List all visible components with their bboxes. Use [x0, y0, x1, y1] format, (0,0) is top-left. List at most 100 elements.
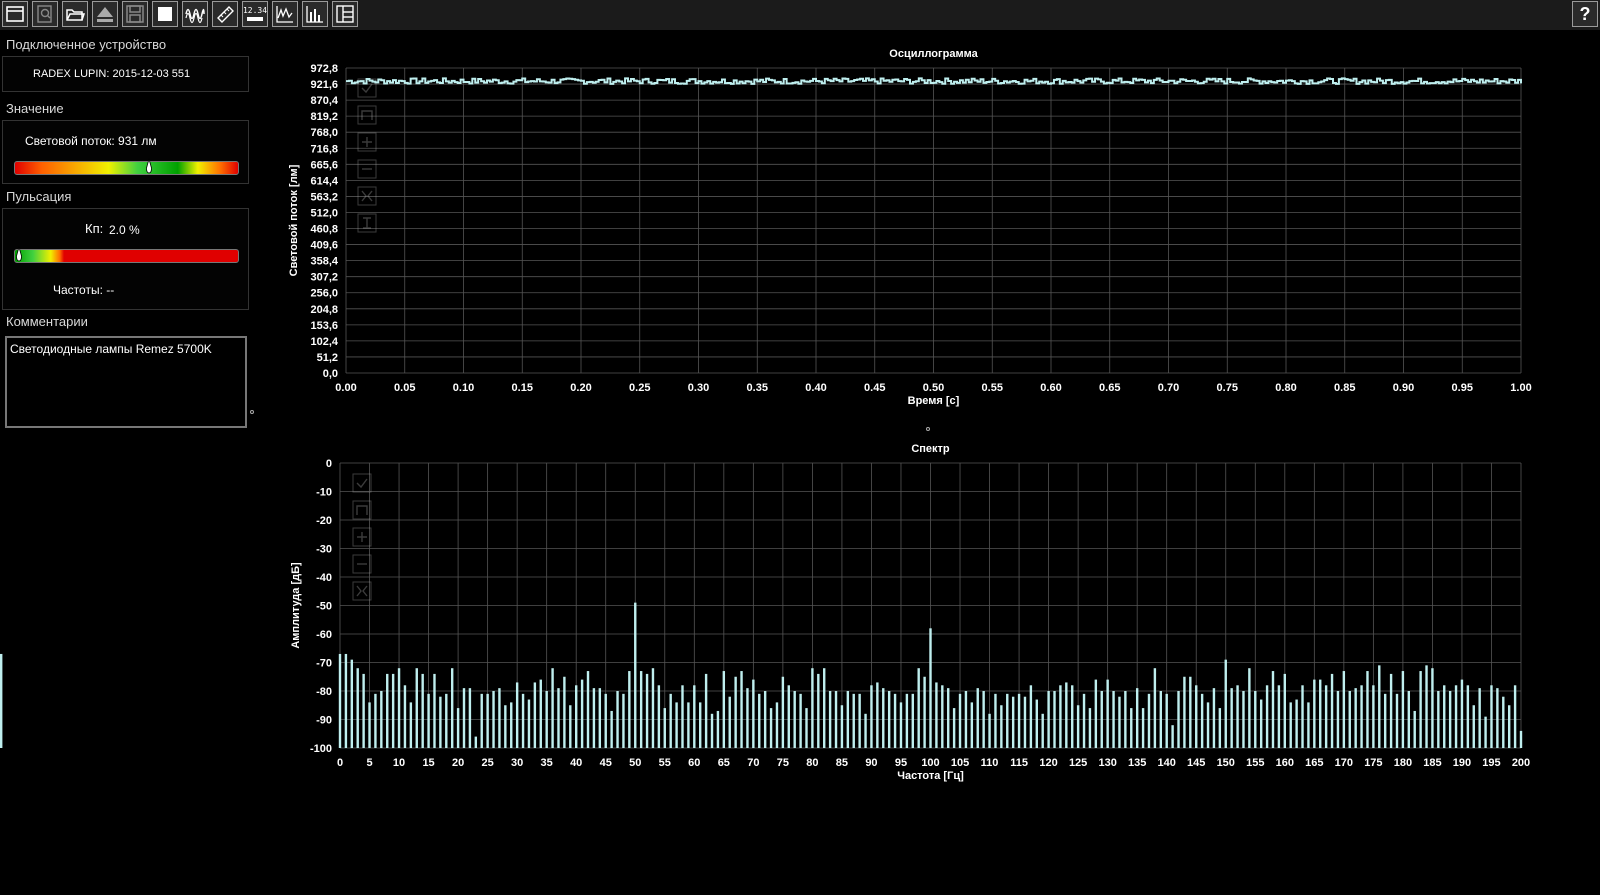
spectrum-bar — [882, 688, 885, 748]
spectrum-bar — [1330, 673, 1334, 748]
spectrum-bar — [374, 693, 377, 748]
spectrum-fit-tool-icon[interactable] — [352, 581, 372, 601]
spectrum-bar — [988, 713, 991, 748]
spectrum-bar — [1472, 705, 1475, 748]
spectrum-chart[interactable]: Спектр 0 -10 -20 -30 -40 -50 -60 -70 -80 -90 -100 0 5… — [0, 0, 1600, 895]
spectrum-bar — [563, 676, 566, 748]
spectrum-bar — [1289, 702, 1292, 748]
spectrum-bar — [510, 702, 513, 748]
spectrum-bar — [533, 682, 537, 748]
spectrum-bar — [356, 668, 359, 748]
spectrum-bar — [362, 673, 365, 748]
spectrum-bar — [386, 673, 389, 748]
x-tick-label: 105 — [951, 757, 969, 769]
x-tick-label: 20 — [452, 757, 464, 769]
x-tick-label: 30 — [511, 757, 523, 769]
spectrum-zoom-out-tool-icon[interactable] — [352, 554, 372, 574]
spectrum-bar — [994, 693, 997, 748]
spectrum-bar — [663, 708, 666, 748]
spectrum-bar — [468, 688, 472, 748]
spectrum-bar — [947, 688, 950, 748]
spectrum-bar — [1354, 688, 1357, 748]
y-tick-label: -40 — [316, 572, 332, 584]
spectrum-bar — [728, 696, 731, 748]
x-tick-label: 140 — [1158, 757, 1176, 769]
x-tick-label: 145 — [1187, 757, 1205, 769]
spectrum-bar — [734, 676, 737, 748]
x-tick-label: 155 — [1246, 757, 1264, 769]
spectrum-bar — [557, 688, 560, 748]
spectrum-bar — [1366, 671, 1369, 748]
spectrum-bar — [622, 693, 625, 748]
spectrum-bar — [846, 691, 850, 748]
spectrum-bar — [970, 702, 974, 748]
x-tick-label: 200 — [1512, 757, 1530, 769]
spectrum-bar — [852, 693, 855, 748]
spectrum-bar — [651, 668, 655, 748]
spectrum-bar — [492, 691, 495, 748]
spectrum-bar — [840, 705, 844, 748]
spectrum-bar — [1000, 705, 1003, 748]
spectrum-bar — [628, 671, 631, 748]
x-tick-label: 70 — [747, 757, 759, 769]
x-tick-label: 195 — [1482, 757, 1500, 769]
spectrum-bar — [1502, 696, 1505, 748]
x-tick-label: 125 — [1069, 757, 1087, 769]
spectrum-bar — [1230, 688, 1233, 748]
spectrum-zoom-in-tool-icon[interactable] — [352, 527, 372, 547]
spectrum-bar — [958, 693, 962, 748]
x-tick-label: 65 — [718, 757, 730, 769]
x-tick-label: 95 — [895, 757, 907, 769]
x-tick-label: 110 — [981, 757, 999, 769]
spectrum-bar — [474, 736, 478, 748]
spectrum-bar — [1507, 705, 1511, 748]
spectrum-bar — [657, 685, 661, 748]
spectrum-bar — [1106, 679, 1109, 748]
y-tick-label: -30 — [316, 544, 332, 556]
spectrum-bar — [391, 673, 395, 748]
y-tick-label: -70 — [316, 658, 332, 670]
spectrum-bar — [710, 713, 714, 748]
spectrum-bar — [811, 668, 814, 748]
spectrum-bar — [486, 693, 489, 748]
spectrum-bar — [575, 685, 578, 748]
spectrum-bar — [763, 691, 767, 748]
spectrum-bar — [758, 693, 761, 748]
spectrum-bar — [498, 688, 501, 748]
spectrum-bar — [521, 693, 525, 748]
spectrum-bar — [0, 653, 3, 748]
spectrum-bar — [817, 673, 820, 748]
y-tick-label: -50 — [316, 601, 332, 613]
x-tick-label: 175 — [1364, 757, 1382, 769]
spectrum-window-tool-icon[interactable] — [352, 500, 372, 520]
spectrum-bar — [616, 691, 619, 748]
x-tick-label: 85 — [836, 757, 848, 769]
spectrum-bar — [1088, 708, 1092, 748]
spectrum-bar — [439, 696, 442, 748]
spectrum-bar — [1141, 708, 1145, 748]
spectrum-bar — [1259, 699, 1263, 748]
spectrum-bar — [586, 671, 590, 748]
x-tick-label: 90 — [865, 757, 877, 769]
spectrum-bar — [1100, 691, 1103, 748]
spectrum-bar — [1324, 685, 1328, 748]
spectrum-bar — [952, 708, 956, 748]
spectrum-bar — [1059, 685, 1062, 748]
spectrum-select-tool-icon[interactable] — [352, 473, 372, 493]
spectrum-bar — [368, 702, 371, 748]
x-tick-label: 25 — [482, 757, 494, 769]
y-tick-label: -80 — [316, 686, 332, 698]
spectrum-bar — [1484, 716, 1487, 748]
y-tick-label: -100 — [310, 743, 332, 755]
spectrum-bar — [1301, 685, 1304, 748]
spectrum-bar — [887, 691, 891, 748]
spectrum-bar — [344, 653, 348, 748]
spectrum-bar — [1094, 679, 1098, 748]
spectrum-bar — [1348, 691, 1351, 748]
x-tick-label: 35 — [541, 757, 553, 769]
spectrum-bar — [338, 653, 342, 748]
spectrum-bar — [740, 671, 743, 748]
spectrum-bar — [1159, 691, 1162, 748]
y-axis-label: Амплитуда [дБ] — [290, 562, 302, 649]
spectrum-bar — [1478, 688, 1481, 748]
